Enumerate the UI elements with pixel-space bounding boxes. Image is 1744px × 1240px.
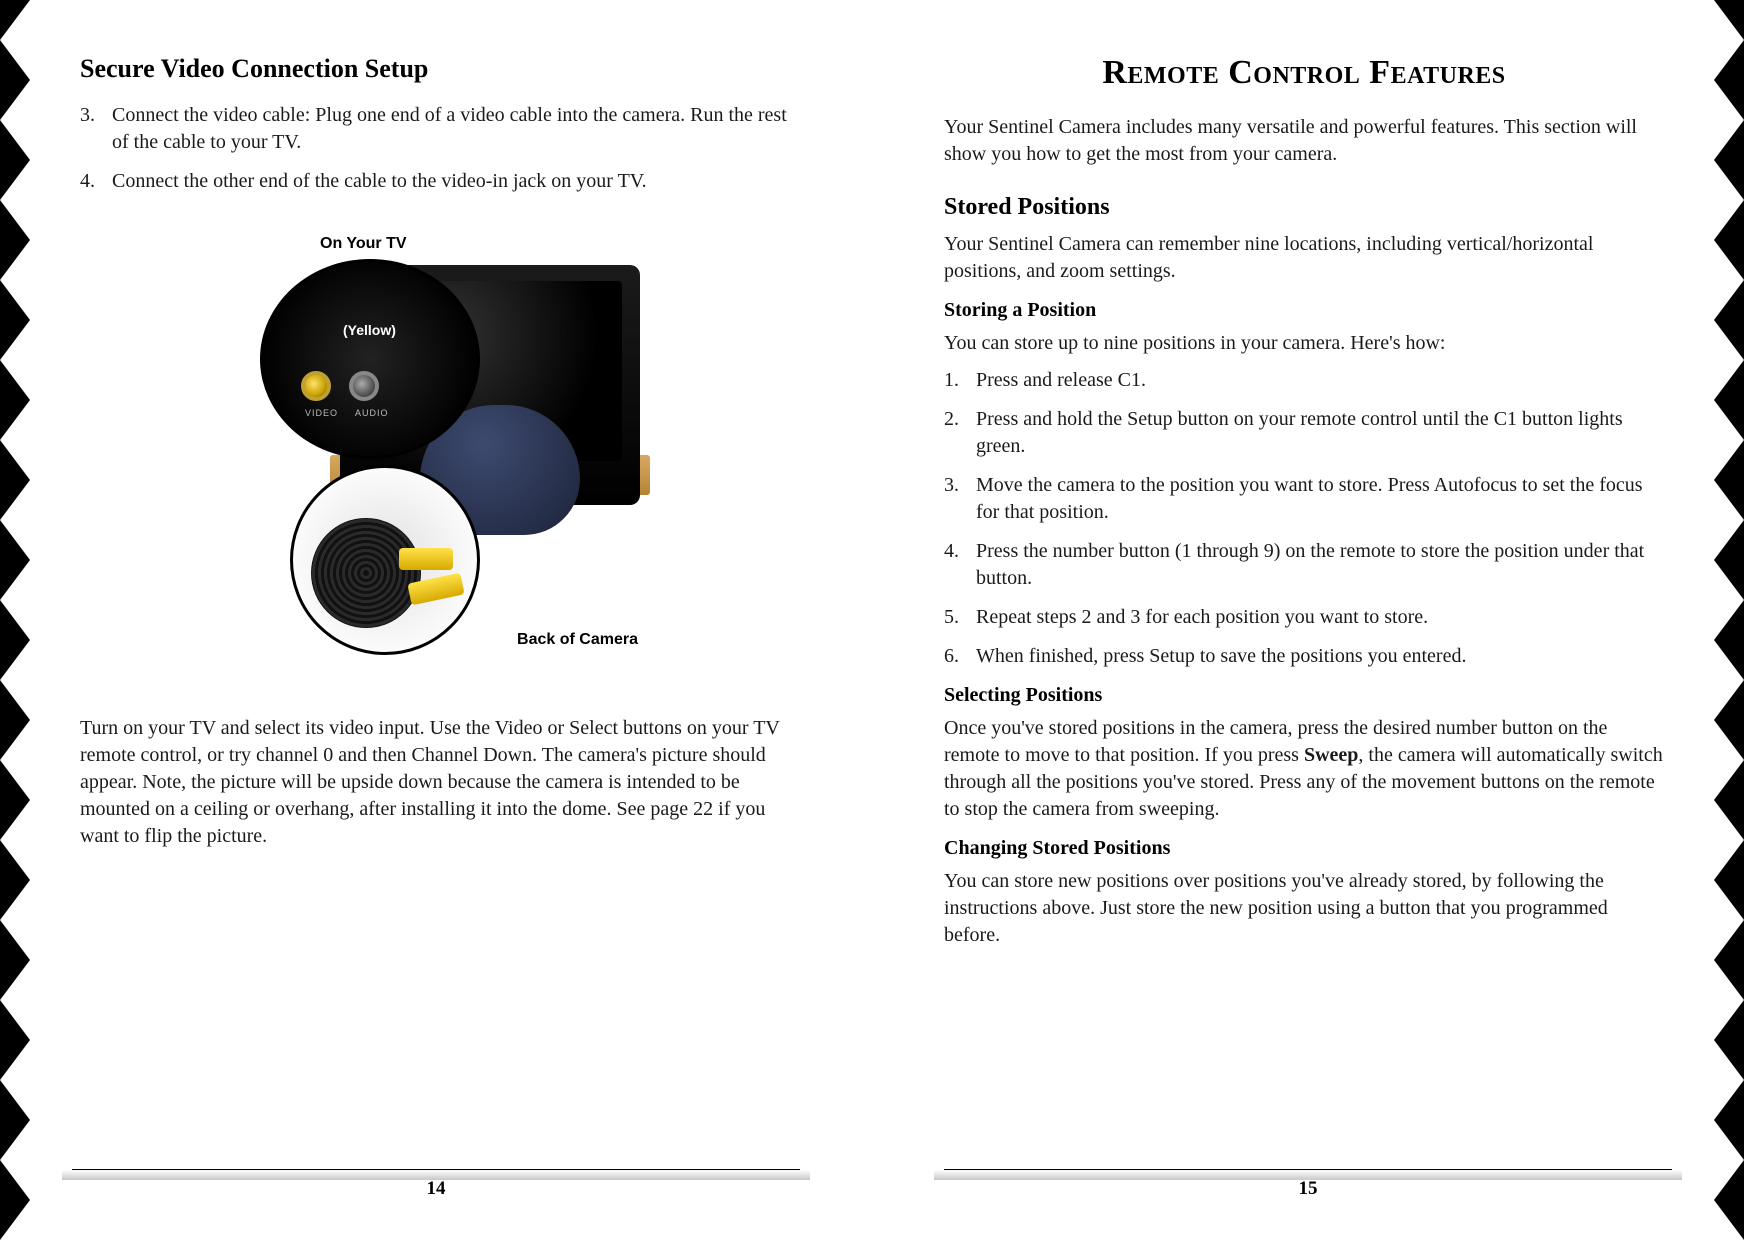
manual-spread: Secure Video Connection Setup Connect th… xyxy=(0,0,1744,1240)
selecting-positions-heading: Selecting Positions xyxy=(944,684,1664,707)
stored-positions-heading: Stored Positions xyxy=(944,194,1664,221)
page-right: Remote Control Features Your Sentinel Ca… xyxy=(872,0,1744,1240)
figure-label-tv: On Your TV xyxy=(320,235,407,253)
chapter-intro: Your Sentinel Camera includes many versa… xyxy=(944,114,1664,168)
page-number: 14 xyxy=(427,1178,446,1199)
list-item: When finished, press Setup to save the p… xyxy=(944,643,1664,670)
callout-tv-ports: (Yellow) VIDEO AUDIO xyxy=(260,259,480,459)
list-item: Connect the other end of the cable to th… xyxy=(80,168,800,195)
list-item: Connect the video cable: Plug one end of… xyxy=(80,102,800,156)
left-content: Secure Video Connection Setup Connect th… xyxy=(72,48,800,860)
right-content: Remote Control Features Your Sentinel Ca… xyxy=(944,48,1672,959)
figure-label-back: Back of Camera xyxy=(517,631,638,649)
changing-positions-heading: Changing Stored Positions xyxy=(944,837,1664,860)
figure-label-yellow: (Yellow) xyxy=(343,322,396,338)
list-item: Move the camera to the position you want… xyxy=(944,472,1664,526)
connection-figure: On Your TV (Yellow) VIDEO AUDIO xyxy=(230,255,650,675)
list-item: Press and release C1. xyxy=(944,367,1664,394)
left-section-title: Secure Video Connection Setup xyxy=(80,54,800,84)
selecting-positions-paragraph: Once you've stored positions in the came… xyxy=(944,715,1664,823)
page-left: Secure Video Connection Setup Connect th… xyxy=(0,0,872,1240)
port-row xyxy=(301,371,379,401)
storing-intro: You can store up to nine positions in yo… xyxy=(944,330,1664,357)
audio-port-icon xyxy=(349,371,379,401)
decorative-edge-right xyxy=(1714,0,1744,1240)
storing-position-heading: Storing a Position xyxy=(944,299,1664,322)
figure-wrap: On Your TV (Yellow) VIDEO AUDIO xyxy=(80,255,800,675)
cable-coil-icon xyxy=(311,518,421,628)
rca-plug-icon xyxy=(399,548,453,570)
left-bottom-paragraph: Turn on your TV and select its video inp… xyxy=(80,715,800,850)
port-label-audio: AUDIO xyxy=(355,408,389,418)
list-item: Press the number button (1 through 9) on… xyxy=(944,538,1664,592)
left-steps-list: Connect the video cable: Plug one end of… xyxy=(80,102,800,195)
list-item: Press and hold the Setup button on your … xyxy=(944,406,1664,460)
decorative-edge-left xyxy=(0,0,30,1240)
video-port-icon xyxy=(301,371,331,401)
page-number: 15 xyxy=(1299,1178,1318,1199)
callout-camera-back xyxy=(290,465,480,655)
chapter-title: Remote Control Features xyxy=(944,54,1664,92)
list-item: Repeat steps 2 and 3 for each position y… xyxy=(944,604,1664,631)
changing-positions-paragraph: You can store new positions over positio… xyxy=(944,868,1664,949)
stored-positions-intro: Your Sentinel Camera can remember nine l… xyxy=(944,231,1664,285)
sweep-keyword: Sweep xyxy=(1304,744,1358,766)
right-footer: 15 xyxy=(944,1169,1672,1200)
storing-steps-list: Press and release C1. Press and hold the… xyxy=(944,367,1664,670)
port-label-video: VIDEO xyxy=(305,408,338,418)
left-footer: 14 xyxy=(72,1169,800,1200)
